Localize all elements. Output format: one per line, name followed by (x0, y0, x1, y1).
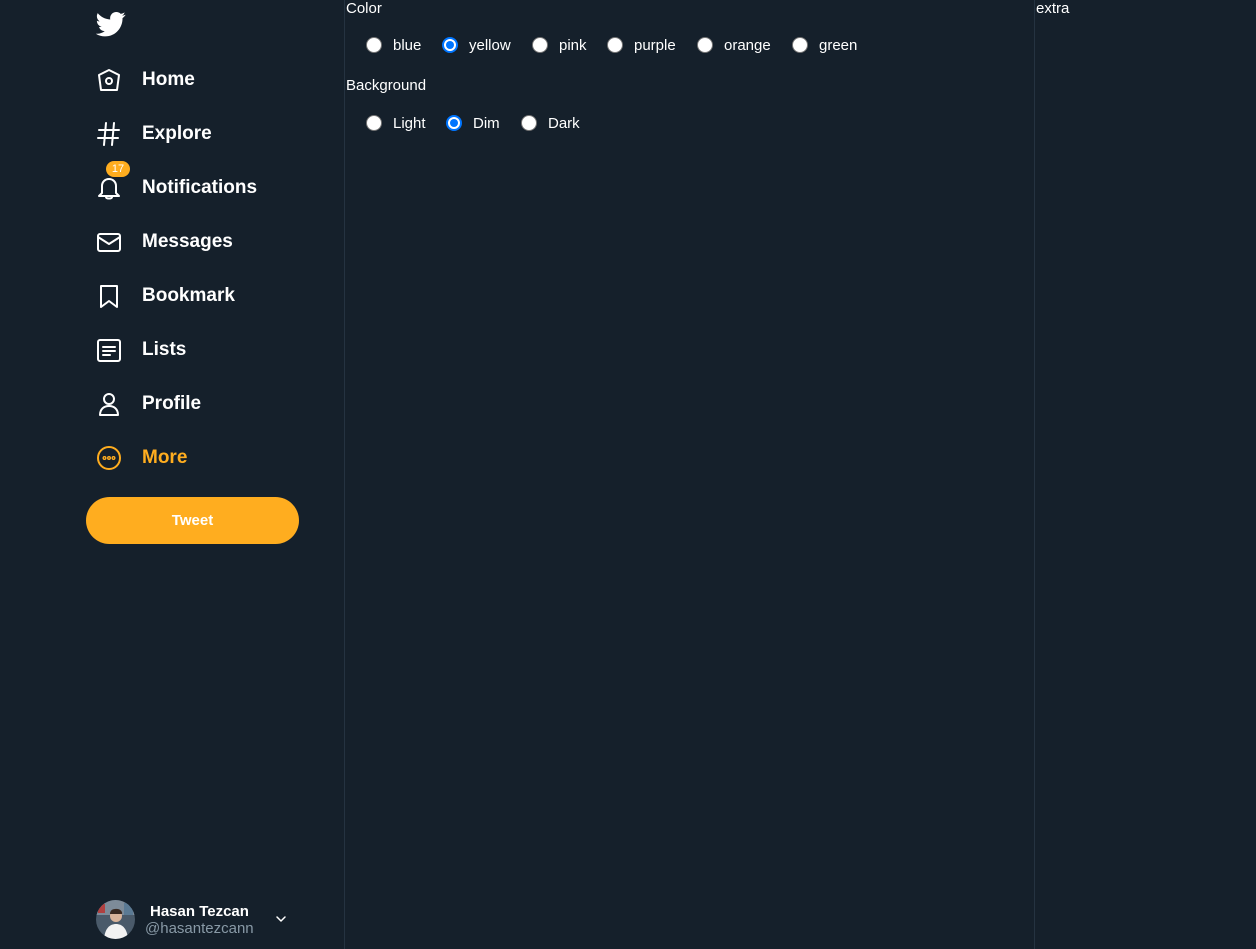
radio-button[interactable] (442, 37, 458, 53)
radio-button[interactable] (366, 115, 382, 131)
list-icon (96, 337, 122, 363)
sidebar-item-label: Explore (142, 123, 212, 144)
sidebar: Home Explore 17 Notifications Messages B… (0, 0, 345, 949)
color-option-purple[interactable]: purple (607, 35, 676, 55)
radio-label: blue (393, 36, 422, 54)
sidebar-item-lists[interactable]: Lists (96, 335, 186, 365)
home-icon (96, 67, 122, 93)
extra-column: extra (1035, 0, 1256, 949)
sidebar-item-more[interactable]: More (96, 443, 187, 473)
extra-label: extra (1036, 0, 1070, 17)
sidebar-item-notifications[interactable]: 17 Notifications (96, 161, 257, 203)
radio-button[interactable] (446, 115, 462, 131)
radio-button[interactable] (697, 37, 713, 53)
person-icon (96, 391, 122, 417)
avatar (96, 900, 135, 939)
sidebar-item-label: Bookmark (142, 285, 235, 306)
account-switcher[interactable]: Hasan Tezcan @hasantezcann (96, 900, 296, 940)
color-option-orange[interactable]: orange (697, 35, 771, 55)
radio-button[interactable] (521, 115, 537, 131)
radio-label: Light (393, 114, 426, 132)
account-handle: @hasantezcann (145, 920, 254, 937)
sidebar-item-profile[interactable]: Profile (96, 389, 201, 419)
sidebar-item-label: Notifications (142, 177, 258, 198)
sidebar-item-label: Home (142, 69, 195, 90)
radio-button[interactable] (532, 37, 548, 53)
sidebar-item-label: Lists (142, 339, 187, 360)
background-option-dark[interactable]: Dark (521, 113, 580, 133)
bell-icon: 17 (96, 161, 130, 201)
hashtag-icon (96, 121, 122, 147)
chevron-down-icon[interactable] (274, 912, 288, 926)
radio-button[interactable] (607, 37, 623, 53)
radio-label: Dim (473, 114, 500, 132)
color-section-label: Color (346, 0, 382, 17)
background-option-dim[interactable]: Dim (446, 113, 500, 133)
color-option-green[interactable]: green (792, 35, 857, 55)
background-option-light[interactable]: Light (366, 113, 426, 133)
sidebar-item-label: Profile (142, 393, 202, 414)
tweet-button[interactable]: Tweet (86, 497, 299, 544)
radio-label: green (819, 36, 858, 54)
twitter-bird-icon[interactable] (95, 9, 126, 39)
color-option-yellow[interactable]: yellow (442, 35, 511, 55)
radio-label: pink (559, 36, 587, 54)
envelope-icon (96, 229, 122, 255)
bookmark-icon (96, 283, 122, 309)
color-option-blue[interactable]: blue (366, 35, 421, 55)
app: Home Explore 17 Notifications Messages B… (0, 0, 1256, 949)
account-name: Hasan Tezcan (150, 903, 249, 920)
radio-button[interactable] (366, 37, 382, 53)
sidebar-item-bookmark[interactable]: Bookmark (96, 281, 235, 311)
main-content: Color blue yellow pink purple orange gre… (345, 0, 1035, 949)
sidebar-item-home[interactable]: Home (96, 65, 195, 95)
sidebar-item-label: More (142, 447, 188, 468)
sidebar-item-label: Messages (142, 231, 233, 252)
more-circle-icon (96, 445, 122, 471)
background-section-label: Background (346, 77, 427, 94)
sidebar-item-explore[interactable]: Explore (96, 119, 212, 149)
radio-label: Dark (548, 114, 580, 132)
sidebar-item-messages[interactable]: Messages (96, 227, 233, 257)
radio-label: yellow (469, 36, 511, 54)
radio-label: orange (724, 36, 771, 54)
notification-count-badge: 17 (106, 161, 130, 177)
color-option-pink[interactable]: pink (532, 35, 587, 55)
radio-button[interactable] (792, 37, 808, 53)
radio-label: purple (634, 36, 676, 54)
